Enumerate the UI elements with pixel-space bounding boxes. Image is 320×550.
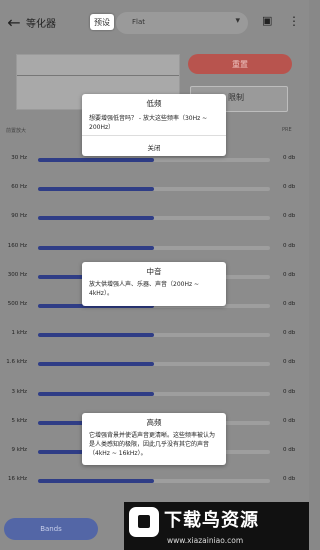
tooltip-high-title: 高频 xyxy=(146,418,162,427)
watermark-url: www.xiazainiao.com xyxy=(167,536,244,545)
band-frequency-label: 16 kHz xyxy=(8,476,27,482)
band-frequency-label: 1 kHz xyxy=(11,330,27,336)
band-db-value: 0 db xyxy=(283,330,296,336)
top-bar: ← 等化器 Flat ▾ 预设 ▣ ⋮ xyxy=(0,0,309,46)
tooltip-low-title: 低频 xyxy=(146,99,162,108)
band-db-value: 0 db xyxy=(283,184,296,190)
band-row: 3 kHz 0 db xyxy=(0,387,309,401)
limit-label: 限制 xyxy=(228,93,244,102)
band-slider[interactable] xyxy=(38,333,270,337)
band-frequency-label: 3 kHz xyxy=(11,389,27,395)
tooltip-mid-body: 放大供增强人声、乐器、声音（200Hz ~ 4kHz）。 xyxy=(89,281,200,297)
pre-label: PRE xyxy=(282,127,292,133)
band-db-value: 0 db xyxy=(283,243,296,249)
band-row: 1.6 kHz 0 db xyxy=(0,357,309,371)
preamp-label: 前置放大 xyxy=(6,128,27,134)
band-frequency-label: 5 kHz xyxy=(11,418,27,424)
bands-button[interactable]: Bands xyxy=(4,518,98,540)
band-frequency-label: 1.6 kHz xyxy=(6,359,27,365)
bird-logo-icon xyxy=(129,507,159,537)
band-frequency-label: 500 Hz xyxy=(7,301,27,307)
band-row: 160 Hz 0 db xyxy=(0,241,309,255)
band-db-value: 0 db xyxy=(283,301,296,307)
tooltip-low-body: 想要增强低音吗？ - 放大这些频率（30Hz ~ 200Hz） xyxy=(89,115,208,131)
reset-button[interactable]: 重置 xyxy=(188,54,292,74)
tooltip-low-divider xyxy=(82,135,226,136)
band-db-value: 0 db xyxy=(283,389,296,395)
band-frequency-label: 300 Hz xyxy=(7,272,27,278)
arrow-left-icon[interactable]: ← xyxy=(4,14,24,32)
tooltip-mid: 中音 放大供增强人声、乐器、声音（200Hz ~ 4kHz）。 xyxy=(82,262,226,306)
band-slider-fill xyxy=(38,479,154,483)
tooltip-high: 高频 它增强背景并使语声音更清晰。这些频率被认为是人类感知的极限，因此几乎没有其… xyxy=(82,413,226,465)
tooltip-high-body: 它增强背景并使语声音更清晰。这些频率被认为是人类感知的极限，因此几乎没有其它的声… xyxy=(89,432,216,457)
band-db-value: 0 db xyxy=(283,272,296,278)
band-slider[interactable] xyxy=(38,246,270,250)
band-slider[interactable] xyxy=(38,479,270,483)
equalizer-screen: ← 等化器 Flat ▾ 预设 ▣ ⋮ 重置 限制 前置放大 PRE 30 Hz… xyxy=(0,0,309,550)
band-frequency-label: 90 Hz xyxy=(11,213,27,219)
band-frequency-label: 60 Hz xyxy=(11,184,27,190)
watermark: 下载鸟资源 www.xiazainiao.com xyxy=(124,502,309,550)
preset-value: Flat xyxy=(132,18,146,26)
eq-curve-line xyxy=(17,75,179,76)
save-icon[interactable]: ▣ xyxy=(262,15,274,27)
band-row: 60 Hz 0 db xyxy=(0,182,309,196)
band-slider[interactable] xyxy=(38,392,270,396)
band-slider-fill xyxy=(38,216,154,220)
preset-button[interactable]: 预设 xyxy=(90,14,114,30)
watermark-title: 下载鸟资源 xyxy=(164,510,259,531)
band-slider-fill xyxy=(38,158,154,162)
band-slider-fill xyxy=(38,392,154,396)
band-db-value: 0 db xyxy=(283,447,296,453)
band-frequency-label: 30 Hz xyxy=(11,155,27,161)
tooltip-close-button[interactable]: 关闭 xyxy=(82,142,226,152)
band-slider[interactable] xyxy=(38,158,270,162)
band-db-value: 0 db xyxy=(283,155,296,161)
band-slider-fill xyxy=(38,187,154,191)
band-db-value: 0 db xyxy=(283,476,296,482)
band-slider[interactable] xyxy=(38,216,270,220)
band-slider-fill xyxy=(38,333,154,337)
tooltip-mid-title: 中音 xyxy=(146,267,162,276)
band-row: 90 Hz 0 db xyxy=(0,211,309,225)
preset-dropdown[interactable]: Flat ▾ xyxy=(116,12,248,34)
more-vert-icon[interactable]: ⋮ xyxy=(288,13,300,29)
band-db-value: 0 db xyxy=(283,418,296,424)
band-row: 16 kHz 0 db xyxy=(0,474,309,488)
band-slider-fill xyxy=(38,362,154,366)
band-frequency-label: 9 kHz xyxy=(11,447,27,453)
chevron-down-icon: ▾ xyxy=(235,16,240,26)
band-frequency-label: 160 Hz xyxy=(7,243,27,249)
band-row: 1 kHz 0 db xyxy=(0,328,309,342)
tooltip-low: 低频 想要增强低音吗？ - 放大这些频率（30Hz ~ 200Hz） 关闭 xyxy=(82,94,226,156)
band-slider[interactable] xyxy=(38,362,270,366)
band-slider-fill xyxy=(38,246,154,250)
band-db-value: 0 db xyxy=(283,213,296,219)
band-slider[interactable] xyxy=(38,187,270,191)
band-db-value: 0 db xyxy=(283,359,296,365)
page-title: 等化器 xyxy=(26,19,56,30)
